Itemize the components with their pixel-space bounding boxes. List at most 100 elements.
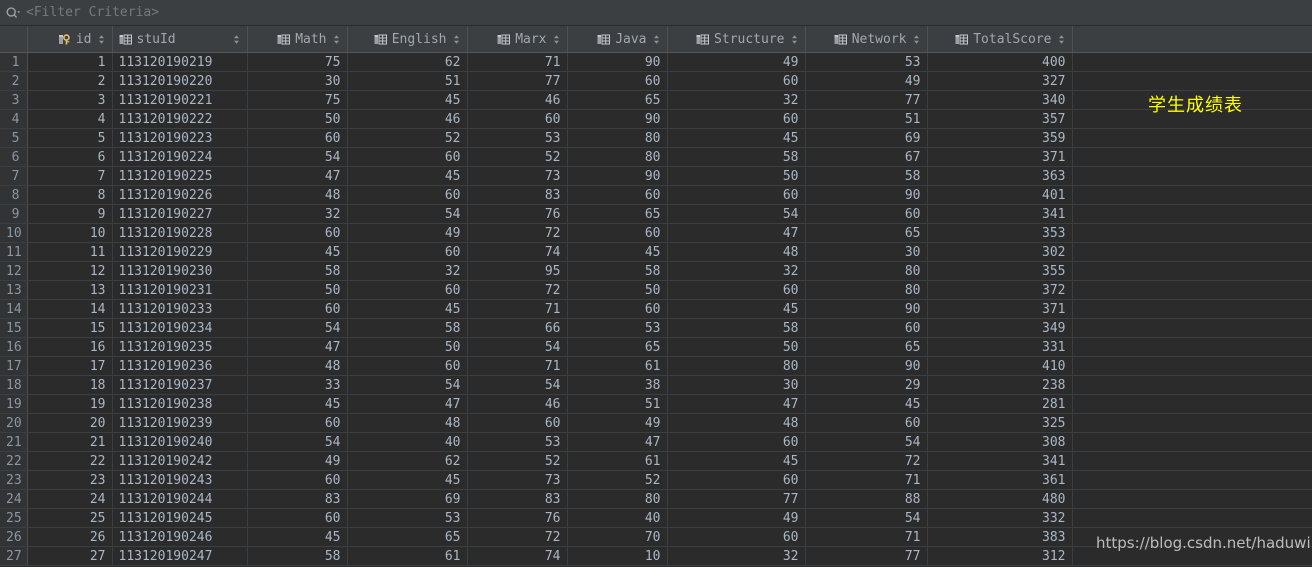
cell-math[interactable]: 30 xyxy=(247,71,348,91)
cell-marx[interactable]: 46 xyxy=(467,394,568,414)
cell-marx[interactable]: 71 xyxy=(467,356,568,376)
cell-network[interactable]: 53 xyxy=(805,52,928,72)
cell-marx[interactable]: 54 xyxy=(467,375,568,395)
cell-totalscore[interactable]: 372 xyxy=(927,280,1073,300)
table-row[interactable]: 19 19 113120190238 45 47 46 51 47 45 281 xyxy=(0,394,1312,414)
cell-english[interactable]: 52 xyxy=(347,128,468,148)
cell-network[interactable]: 54 xyxy=(805,508,928,528)
row-number-cell[interactable]: 23 xyxy=(0,470,28,490)
table-row[interactable]: 5 5 113120190223 60 52 53 80 45 69 359 xyxy=(0,128,1312,148)
cell-java[interactable]: 10 xyxy=(567,546,668,566)
cell-java[interactable]: 65 xyxy=(567,204,668,224)
cell-math[interactable]: 60 xyxy=(247,508,348,528)
cell-totalscore[interactable]: 341 xyxy=(927,204,1073,224)
cell-id[interactable]: 14 xyxy=(27,299,113,319)
cell-structure[interactable]: 49 xyxy=(667,508,806,528)
cell-english[interactable]: 51 xyxy=(347,71,468,91)
cell-structure[interactable]: 48 xyxy=(667,413,806,433)
cell-network[interactable]: 30 xyxy=(805,242,928,262)
cell-structure[interactable]: 45 xyxy=(667,299,806,319)
cell-english[interactable]: 47 xyxy=(347,394,468,414)
cell-stuid[interactable]: 113120190225 xyxy=(112,166,248,186)
cell-math[interactable]: 60 xyxy=(247,128,348,148)
cell-id[interactable]: 23 xyxy=(27,470,113,490)
cell-java[interactable]: 40 xyxy=(567,508,668,528)
cell-stuid[interactable]: 113120190228 xyxy=(112,223,248,243)
cell-structure[interactable]: 47 xyxy=(667,394,806,414)
cell-id[interactable]: 17 xyxy=(27,356,113,376)
row-number-cell[interactable]: 7 xyxy=(0,166,28,186)
table-row[interactable]: 15 15 113120190234 54 58 66 53 58 60 349 xyxy=(0,318,1312,338)
row-number-cell[interactable]: 21 xyxy=(0,432,28,452)
row-number-cell[interactable]: 26 xyxy=(0,527,28,547)
row-number-cell[interactable]: 25 xyxy=(0,508,28,528)
cell-id[interactable]: 9 xyxy=(27,204,113,224)
table-row[interactable]: 23 23 113120190243 60 45 73 52 60 71 361 xyxy=(0,470,1312,490)
cell-structure[interactable]: 58 xyxy=(667,147,806,167)
cell-totalscore[interactable]: 341 xyxy=(927,451,1073,471)
cell-structure[interactable]: 32 xyxy=(667,90,806,110)
cell-stuid[interactable]: 113120190233 xyxy=(112,299,248,319)
cell-structure[interactable]: 45 xyxy=(667,128,806,148)
cell-java[interactable]: 80 xyxy=(567,489,668,509)
cell-totalscore[interactable]: 363 xyxy=(927,166,1073,186)
cell-stuid[interactable]: 113120190237 xyxy=(112,375,248,395)
cell-totalscore[interactable]: 480 xyxy=(927,489,1073,509)
sort-toggle-icon[interactable] xyxy=(912,33,921,46)
sort-toggle-icon[interactable] xyxy=(332,33,341,46)
cell-math[interactable]: 48 xyxy=(247,356,348,376)
search-icon[interactable] xyxy=(4,4,22,22)
cell-structure[interactable]: 60 xyxy=(667,280,806,300)
cell-java[interactable]: 50 xyxy=(567,280,668,300)
cell-network[interactable]: 54 xyxy=(805,432,928,452)
cell-network[interactable]: 90 xyxy=(805,299,928,319)
cell-math[interactable]: 45 xyxy=(247,527,348,547)
cell-math[interactable]: 48 xyxy=(247,185,348,205)
cell-math[interactable]: 75 xyxy=(247,90,348,110)
cell-marx[interactable]: 95 xyxy=(467,261,568,281)
cell-java[interactable]: 65 xyxy=(567,90,668,110)
cell-network[interactable]: 60 xyxy=(805,204,928,224)
sort-toggle-icon[interactable] xyxy=(552,33,561,46)
cell-stuid[interactable]: 113120190227 xyxy=(112,204,248,224)
cell-id[interactable]: 19 xyxy=(27,394,113,414)
cell-id[interactable]: 2 xyxy=(27,71,113,91)
cell-java[interactable]: 53 xyxy=(567,318,668,338)
cell-java[interactable]: 51 xyxy=(567,394,668,414)
row-number-cell[interactable]: 15 xyxy=(0,318,28,338)
cell-network[interactable]: 60 xyxy=(805,413,928,433)
cell-network[interactable]: 49 xyxy=(805,71,928,91)
column-header-network[interactable]: Network xyxy=(805,26,928,53)
cell-marx[interactable]: 46 xyxy=(467,90,568,110)
table-row[interactable]: 13 13 113120190231 50 60 72 50 60 80 372 xyxy=(0,280,1312,300)
cell-id[interactable]: 15 xyxy=(27,318,113,338)
table-scroll-area[interactable]: id stuId Math English Marx Java Structur… xyxy=(0,26,1312,567)
cell-totalscore[interactable]: 281 xyxy=(927,394,1073,414)
cell-structure[interactable]: 60 xyxy=(667,470,806,490)
row-number-cell[interactable]: 5 xyxy=(0,128,28,148)
row-number-cell[interactable]: 14 xyxy=(0,299,28,319)
cell-english[interactable]: 62 xyxy=(347,52,468,72)
cell-structure[interactable]: 48 xyxy=(667,242,806,262)
cell-english[interactable]: 40 xyxy=(347,432,468,452)
cell-java[interactable]: 60 xyxy=(567,299,668,319)
cell-marx[interactable]: 72 xyxy=(467,527,568,547)
row-number-cell[interactable]: 20 xyxy=(0,413,28,433)
cell-math[interactable]: 50 xyxy=(247,109,348,129)
cell-id[interactable]: 27 xyxy=(27,546,113,566)
cell-java[interactable]: 80 xyxy=(567,128,668,148)
cell-stuid[interactable]: 113120190244 xyxy=(112,489,248,509)
column-header-marx[interactable]: Marx xyxy=(467,26,568,53)
cell-structure[interactable]: 50 xyxy=(667,166,806,186)
row-number-cell[interactable]: 6 xyxy=(0,147,28,167)
cell-math[interactable]: 47 xyxy=(247,337,348,357)
table-row[interactable]: 6 6 113120190224 54 60 52 80 58 67 371 xyxy=(0,147,1312,167)
cell-network[interactable]: 45 xyxy=(805,394,928,414)
table-row[interactable]: 8 8 113120190226 48 60 83 60 60 90 401 xyxy=(0,185,1312,205)
cell-stuid[interactable]: 113120190246 xyxy=(112,527,248,547)
row-number-cell[interactable]: 11 xyxy=(0,242,28,262)
cell-marx[interactable]: 60 xyxy=(467,413,568,433)
cell-english[interactable]: 54 xyxy=(347,375,468,395)
cell-stuid[interactable]: 113120190229 xyxy=(112,242,248,262)
cell-marx[interactable]: 83 xyxy=(467,185,568,205)
